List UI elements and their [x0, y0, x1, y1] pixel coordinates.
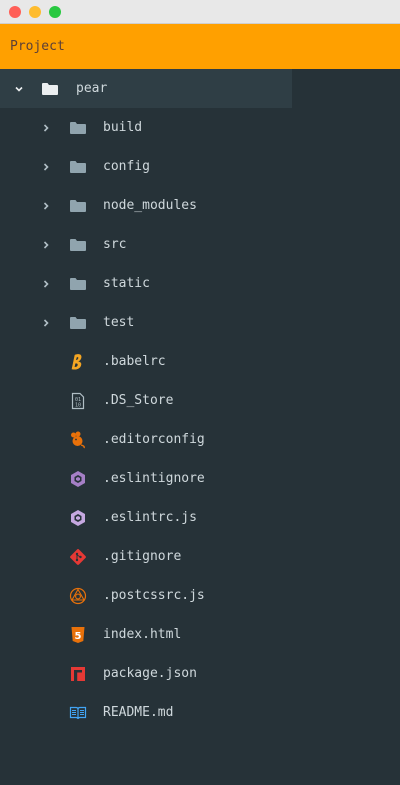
- chevron-right-icon[interactable]: [40, 239, 52, 251]
- npm-icon: [69, 665, 87, 683]
- svg-text:10: 10: [75, 402, 81, 408]
- tree-item-folder-build[interactable]: build: [0, 108, 400, 147]
- tree-item-label: .eslintrc.js: [103, 510, 197, 525]
- html5-icon: 5: [69, 626, 87, 644]
- babel-icon: [69, 353, 87, 371]
- eslint-icon: [69, 470, 87, 488]
- chevron-right-icon[interactable]: [40, 161, 52, 173]
- tree-item-file-index-html[interactable]: 5 index.html: [0, 615, 400, 654]
- editorconfig-icon: [69, 431, 87, 449]
- tree-item-file-eslintignore[interactable]: .eslintignore: [0, 459, 400, 498]
- tree-item-label: build: [103, 120, 143, 135]
- close-window-button[interactable]: [9, 5, 21, 18]
- tree-item-label: .DS_Store: [103, 393, 174, 408]
- tree-item-label: test: [103, 315, 135, 330]
- folder-icon: [69, 236, 87, 254]
- git-icon: [69, 548, 87, 566]
- tree-item-file-eslintrc[interactable]: .eslintrc.js: [0, 498, 400, 537]
- folder-icon: [69, 275, 87, 293]
- tree-item-label: pear: [76, 81, 108, 96]
- tree-item-label: config: [103, 159, 150, 174]
- tree-item-root-folder[interactable]: pear: [0, 69, 292, 108]
- tree-item-label: .editorconfig: [103, 432, 205, 447]
- tree-item-file-gitignore[interactable]: .gitignore: [0, 537, 400, 576]
- tree-item-file-babelrc[interactable]: .babelrc: [0, 342, 400, 381]
- file-tree: pear build config node_modules src stati…: [0, 69, 400, 732]
- chevron-right-icon[interactable]: [40, 278, 52, 290]
- window-titlebar: [0, 0, 400, 24]
- tree-item-file-editorconfig[interactable]: .editorconfig: [0, 420, 400, 459]
- tree-item-file-package-json[interactable]: package.json: [0, 654, 400, 693]
- ds-store-icon: 01 10: [69, 392, 87, 410]
- chevron-right-icon[interactable]: [40, 200, 52, 212]
- tree-item-label: static: [103, 276, 150, 291]
- readme-book-icon: [69, 704, 87, 722]
- tree-item-label: node_modules: [103, 198, 197, 213]
- zoom-window-button[interactable]: [49, 5, 61, 18]
- project-title: Project: [10, 39, 65, 54]
- chevron-right-icon[interactable]: [40, 317, 52, 329]
- tree-item-label: .gitignore: [103, 549, 182, 564]
- postcss-icon: [69, 587, 87, 605]
- tree-item-label: .eslintignore: [103, 471, 205, 486]
- tree-item-file-ds-store[interactable]: 01 10 .DS_Store: [0, 381, 400, 420]
- eslint-icon: [69, 509, 87, 527]
- tree-item-folder-config[interactable]: config: [0, 147, 400, 186]
- tree-item-file-postcssrc[interactable]: .postcssrc.js: [0, 576, 400, 615]
- tree-item-file-readme[interactable]: README.md: [0, 693, 400, 732]
- folder-open-icon: [41, 80, 59, 98]
- tree-item-label: .babelrc: [103, 354, 166, 369]
- chevron-down-icon[interactable]: [13, 83, 25, 95]
- folder-icon: [69, 158, 87, 176]
- tree-item-label: src: [103, 237, 127, 252]
- folder-icon: [69, 197, 87, 215]
- tree-item-folder-static[interactable]: static: [0, 264, 400, 303]
- folder-icon: [69, 314, 87, 332]
- tree-item-label: .postcssrc.js: [103, 588, 205, 603]
- chevron-right-icon[interactable]: [40, 122, 52, 134]
- tree-item-folder-test[interactable]: test: [0, 303, 400, 342]
- tree-item-label: index.html: [103, 627, 182, 642]
- project-panel-header: Project: [0, 24, 400, 69]
- folder-icon: [69, 119, 87, 137]
- tree-item-label: package.json: [103, 666, 197, 681]
- minimize-window-button[interactable]: [29, 5, 41, 18]
- tree-item-folder-src[interactable]: src: [0, 225, 400, 264]
- tree-item-folder-node-modules[interactable]: node_modules: [0, 186, 400, 225]
- svg-text:5: 5: [75, 631, 82, 642]
- tree-item-label: README.md: [103, 705, 174, 720]
